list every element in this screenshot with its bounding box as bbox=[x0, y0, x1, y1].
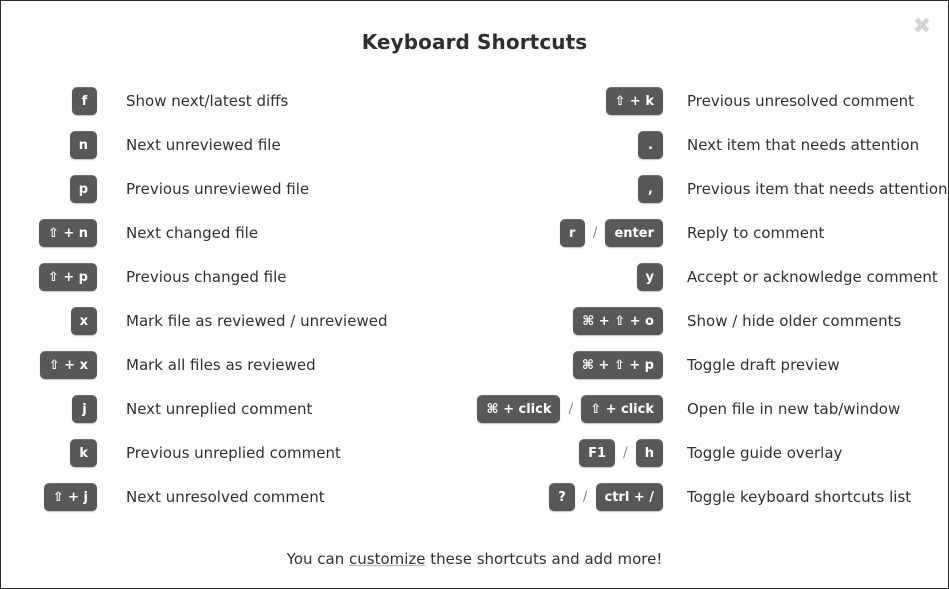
keycap[interactable]: ⇧ + x bbox=[39, 351, 97, 379]
shortcut-keys: y bbox=[471, 263, 663, 291]
keycap[interactable]: ⇧ + click bbox=[581, 395, 663, 423]
shortcut-keys: ⇧ + j bbox=[1, 483, 97, 511]
shortcut-label: Accept or acknowledge comment bbox=[687, 268, 938, 286]
shortcut-label: Show next/latest diffs bbox=[126, 92, 289, 110]
shortcut-row: f Show next/latest diffs bbox=[1, 79, 471, 123]
shortcut-label: Toggle draft preview bbox=[687, 356, 840, 374]
keycap[interactable]: ? bbox=[549, 483, 575, 511]
shortcut-label: Previous unreplied comment bbox=[126, 444, 341, 462]
footer-text-before: You can bbox=[286, 550, 349, 568]
keycap[interactable]: ⇧ + p bbox=[38, 263, 97, 291]
shortcut-row: ⇧ + k Previous unresolved comment bbox=[471, 79, 948, 123]
shortcut-label: Toggle keyboard shortcuts list bbox=[687, 488, 912, 506]
keycap[interactable]: x bbox=[70, 307, 97, 335]
shortcut-keys: ⇧ + n bbox=[1, 219, 97, 247]
shortcut-row: ⇧ + n Next changed file bbox=[1, 211, 471, 255]
shortcuts-columns: f Show next/latest diffs n Next unreviewed … bbox=[1, 79, 948, 519]
shortcut-row: ⌘ + click / ⇧ + click Open file in new tab/… bbox=[471, 387, 948, 431]
keycap[interactable]: n bbox=[69, 131, 97, 159]
shortcut-keys: r / enter bbox=[471, 219, 663, 247]
shortcut-keys: x bbox=[1, 307, 97, 335]
shortcut-keys: ⌘ + ⇧ + o bbox=[471, 307, 663, 335]
shortcut-label: Previous unreviewed file bbox=[126, 180, 310, 198]
keycap[interactable]: F1 bbox=[579, 439, 616, 467]
shortcut-row: ⌘ + ⇧ + p Toggle draft preview bbox=[471, 343, 948, 387]
close-icon[interactable]: ✖ bbox=[910, 15, 934, 39]
shortcut-keys: ⌘ + click / ⇧ + click bbox=[471, 395, 663, 423]
keycap[interactable]: y bbox=[636, 263, 663, 291]
shortcut-label: Next unreplied comment bbox=[126, 400, 313, 418]
shortcut-row: y Accept or acknowledge comment bbox=[471, 255, 948, 299]
keycap[interactable]: h bbox=[635, 439, 663, 467]
shortcut-label: Mark file as reviewed / unreviewed bbox=[126, 312, 388, 330]
shortcut-row: ⇧ + p Previous changed file bbox=[1, 255, 471, 299]
shortcut-row: ⇧ + j Next unresolved comment bbox=[1, 475, 471, 519]
key-separator: / bbox=[582, 489, 588, 505]
shortcut-row: p Previous unreviewed file bbox=[1, 167, 471, 211]
shortcut-label: Next unresolved comment bbox=[126, 488, 325, 506]
shortcut-keys: n bbox=[1, 131, 97, 159]
shortcut-keys: ? / ctrl + / bbox=[471, 483, 663, 511]
keycap[interactable]: ⇧ + j bbox=[43, 483, 97, 511]
keycap[interactable]: p bbox=[69, 175, 97, 203]
shortcut-row: ⌘ + ⇧ + o Show / hide older comments bbox=[471, 299, 948, 343]
keycap[interactable]: enter bbox=[605, 219, 663, 247]
shortcut-keys: p bbox=[1, 175, 97, 203]
shortcut-row: ? / ctrl + / Toggle keyboard shortcuts list bbox=[471, 475, 948, 519]
shortcut-row: n Next unreviewed file bbox=[1, 123, 471, 167]
customize-link[interactable]: customize bbox=[349, 550, 426, 568]
shortcut-label: Mark all files as reviewed bbox=[126, 356, 316, 374]
keycap[interactable]: ctrl + / bbox=[595, 483, 663, 511]
footer-text-after: these shortcuts and add more! bbox=[425, 550, 663, 568]
shortcut-row: F1 / h Toggle guide overlay bbox=[471, 431, 948, 475]
shortcut-label: Open file in new tab/window bbox=[687, 400, 901, 418]
footer-note: You can customize these shortcuts and ad… bbox=[1, 550, 948, 568]
shortcut-label: Previous unresolved comment bbox=[687, 92, 915, 110]
shortcuts-column-left: f Show next/latest diffs n Next unreviewed … bbox=[1, 79, 471, 519]
shortcut-keys: ⌘ + ⇧ + p bbox=[471, 351, 663, 379]
shortcut-label: Reply to comment bbox=[687, 224, 825, 242]
keycap[interactable]: k bbox=[70, 439, 97, 467]
shortcut-label: Next item that needs attention bbox=[687, 136, 920, 154]
shortcut-row: k Previous unreplied comment bbox=[1, 431, 471, 475]
shortcut-keys: k bbox=[1, 439, 97, 467]
shortcut-label: Previous item that needs attention bbox=[687, 180, 948, 198]
shortcut-row: , Previous item that needs attention bbox=[471, 167, 948, 211]
shortcut-label: Toggle guide overlay bbox=[687, 444, 843, 462]
key-separator: / bbox=[568, 401, 574, 417]
shortcuts-column-right: ⇧ + k Previous unresolved comment. Next it… bbox=[471, 79, 948, 519]
key-separator: / bbox=[592, 225, 598, 241]
key-separator: / bbox=[623, 445, 628, 461]
shortcut-row: r / enter Reply to comment bbox=[471, 211, 948, 255]
shortcut-label: Next changed file bbox=[126, 224, 259, 242]
page-title: Keyboard Shortcuts bbox=[361, 30, 588, 54]
keycap[interactable]: ⌘ + click bbox=[477, 395, 561, 423]
keycap[interactable]: , bbox=[638, 175, 663, 203]
shortcut-keys: . bbox=[471, 131, 663, 159]
shortcut-keys: f bbox=[1, 87, 97, 115]
keycap[interactable]: f bbox=[72, 87, 97, 115]
keycap[interactable]: . bbox=[638, 131, 663, 159]
shortcut-row: ⇧ + x Mark all files as reviewed bbox=[1, 343, 471, 387]
shortcut-keys: F1 / h bbox=[471, 439, 663, 467]
shortcut-keys: ⇧ + p bbox=[1, 263, 97, 291]
shortcut-label: Previous changed file bbox=[126, 268, 287, 286]
shortcut-keys: ⇧ + k bbox=[471, 87, 663, 115]
shortcut-row: . Next item that needs attention bbox=[471, 123, 948, 167]
shortcut-keys: ⇧ + x bbox=[1, 351, 97, 379]
keycap[interactable]: ⌘ + ⇧ + o bbox=[573, 307, 663, 335]
keycap[interactable]: r bbox=[559, 219, 585, 247]
keycap[interactable]: ⇧ + n bbox=[38, 219, 97, 247]
shortcut-row: j Next unreplied comment bbox=[1, 387, 471, 431]
shortcut-label: Next unreviewed file bbox=[126, 136, 281, 154]
keycap[interactable]: ⌘ + ⇧ + p bbox=[572, 351, 663, 379]
shortcut-keys: j bbox=[1, 395, 97, 423]
keycap[interactable]: j bbox=[72, 395, 97, 423]
shortcut-keys: , bbox=[471, 175, 663, 203]
shortcut-label: Show / hide older comments bbox=[687, 312, 902, 330]
keycap[interactable]: ⇧ + k bbox=[605, 87, 663, 115]
shortcut-row: x Mark file as reviewed / unreviewed bbox=[1, 299, 471, 343]
keyboard-shortcuts-dialog: ✖ Keyboard Shortcuts f Show next/latest d… bbox=[0, 0, 949, 589]
